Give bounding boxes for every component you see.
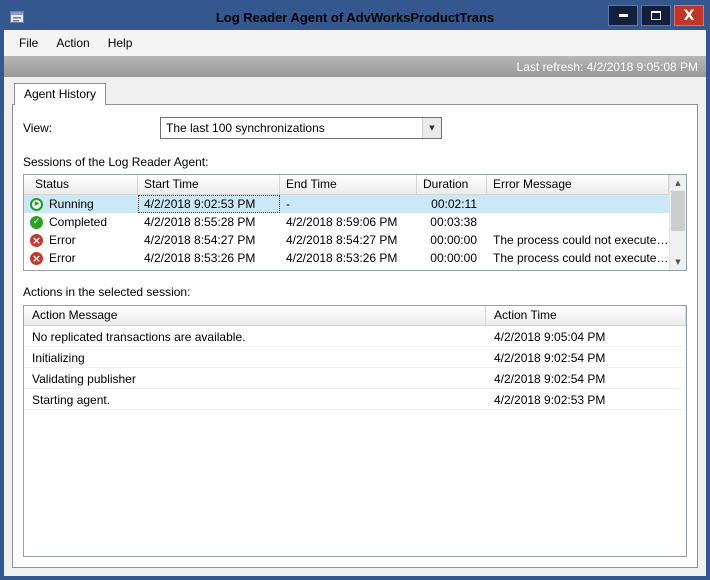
column-header-status[interactable]: Status xyxy=(24,175,138,194)
column-header-end-time[interactable]: End Time xyxy=(280,175,417,194)
actions-table: Action Message Action Time No replicated… xyxy=(23,305,687,557)
session-start-time: 4/2/2018 9:02:53 PM xyxy=(138,195,280,213)
session-end-time: 4/2/2018 8:53:26 PM xyxy=(286,251,398,265)
menu-action[interactable]: Action xyxy=(47,32,98,54)
action-time: 4/2/2018 9:02:53 PM xyxy=(494,393,606,407)
action-message: Initializing xyxy=(32,351,85,365)
action-row[interactable]: Validating publisher 4/2/2018 9:02:54 PM xyxy=(24,368,686,389)
session-status-cell: Completed xyxy=(24,213,138,231)
session-status-cell: Error xyxy=(24,231,138,249)
session-status-cell: Error xyxy=(24,249,138,267)
session-status-text: Completed xyxy=(49,215,108,229)
sessions-grid: Status Start Time End Time Duration Erro… xyxy=(24,175,669,270)
session-row[interactable]: Error 4/2/2018 8:53:26 PM 4/2/2018 8:53:… xyxy=(24,249,669,267)
session-end-time: - xyxy=(286,197,290,211)
sessions-scrollbar[interactable]: ▲ ▼ xyxy=(669,175,686,270)
error-icon xyxy=(30,233,43,247)
session-row[interactable]: Error 4/2/2018 8:54:27 PM 4/2/2018 8:54:… xyxy=(24,231,669,249)
session-duration: 00:00:00 xyxy=(430,233,477,247)
session-error-message: The process could not execute '... xyxy=(493,233,669,247)
scroll-down-icon[interactable]: ▼ xyxy=(670,254,686,270)
sessions-table: Status Start Time End Time Duration Erro… xyxy=(23,174,687,271)
session-row[interactable]: Running 4/2/2018 9:02:53 PM - 00:02:11 xyxy=(24,195,669,213)
session-duration: 00:00:00 xyxy=(430,251,477,265)
column-header-duration[interactable]: Duration xyxy=(417,175,487,194)
action-message: Validating publisher xyxy=(32,372,136,386)
menu-help[interactable]: Help xyxy=(99,32,142,54)
completed-icon xyxy=(30,215,43,229)
session-duration: 00:03:38 xyxy=(430,215,477,229)
running-icon xyxy=(30,197,43,211)
tab-agent-history[interactable]: Agent History xyxy=(14,83,107,105)
session-status-text: Error xyxy=(49,233,76,247)
close-icon: X xyxy=(683,7,695,24)
tab-strip: Agent History xyxy=(12,83,698,105)
minimize-button[interactable] xyxy=(608,5,638,26)
view-label: View: xyxy=(23,121,53,135)
action-time: 4/2/2018 9:02:54 PM xyxy=(494,351,606,365)
action-row[interactable]: Starting agent. 4/2/2018 9:02:53 PM xyxy=(24,389,686,410)
scrollbar-thumb[interactable] xyxy=(671,191,685,231)
last-refresh-text: Last refresh: 4/2/2018 9:05:08 PM xyxy=(516,59,698,74)
menu-bar: File Action Help xyxy=(4,30,706,56)
session-start-time: 4/2/2018 8:55:28 PM xyxy=(144,215,256,229)
column-header-error-message[interactable]: Error Message xyxy=(487,175,669,194)
maximize-icon xyxy=(651,11,661,20)
session-error-message xyxy=(487,195,669,213)
actions-header-row: Action Message Action Time xyxy=(24,306,686,326)
actions-caption: Actions in the selected session: xyxy=(23,285,191,299)
close-button[interactable]: X xyxy=(674,5,704,26)
sessions-caption: Sessions of the Log Reader Agent: xyxy=(23,155,209,169)
action-row[interactable]: Initializing 4/2/2018 9:02:54 PM xyxy=(24,347,686,368)
sessions-header-row: Status Start Time End Time Duration Erro… xyxy=(24,175,669,195)
session-status-text: Running xyxy=(49,197,94,211)
content-area: Agent History View: The last 100 synchro… xyxy=(4,77,706,576)
system-menu-icon[interactable] xyxy=(8,9,26,25)
column-header-action-message[interactable]: Action Message xyxy=(24,306,486,325)
view-dropdown-value: The last 100 synchronizations xyxy=(166,121,325,135)
session-start-time: 4/2/2018 8:53:26 PM xyxy=(144,251,256,265)
action-message: No replicated transactions are available… xyxy=(32,330,246,344)
session-start-time: 4/2/2018 8:54:27 PM xyxy=(144,233,256,247)
chevron-down-icon[interactable]: ▼ xyxy=(422,118,441,138)
session-end-time: 4/2/2018 8:59:06 PM xyxy=(286,215,398,229)
titlebar: Log Reader Agent of AdvWorksProductTrans… xyxy=(4,4,706,30)
view-row: View: The last 100 synchronizations ▼ xyxy=(23,117,687,139)
session-status-text: Error xyxy=(49,251,76,265)
session-status-cell: Running xyxy=(24,195,138,213)
action-time: 4/2/2018 9:05:04 PM xyxy=(494,330,606,344)
session-duration: 00:02:11 xyxy=(431,197,477,211)
window-title: Log Reader Agent of AdvWorksProductTrans xyxy=(215,9,495,25)
refresh-status-bar: Last refresh: 4/2/2018 9:05:08 PM xyxy=(4,56,706,77)
action-message: Starting agent. xyxy=(32,393,111,407)
maximize-button[interactable] xyxy=(641,5,671,26)
action-row[interactable]: No replicated transactions are available… xyxy=(24,326,686,347)
scroll-up-icon[interactable]: ▲ xyxy=(670,175,686,191)
menu-file[interactable]: File xyxy=(10,32,47,54)
column-header-action-time[interactable]: Action Time xyxy=(486,306,686,325)
caption-buttons: X xyxy=(608,5,704,26)
action-time: 4/2/2018 9:02:54 PM xyxy=(494,372,606,386)
session-row[interactable]: Completed 4/2/2018 8:55:28 PM 4/2/2018 8… xyxy=(24,213,669,231)
minimize-icon xyxy=(618,14,628,17)
error-icon xyxy=(30,251,43,265)
log-reader-agent-window: Log Reader Agent of AdvWorksProductTrans… xyxy=(0,0,710,580)
column-header-start-time[interactable]: Start Time xyxy=(138,175,280,194)
view-dropdown[interactable]: The last 100 synchronizations ▼ xyxy=(160,117,442,139)
session-error-message: The process could not execute '... xyxy=(493,251,669,265)
agent-history-panel: View: The last 100 synchronizations ▼ Se… xyxy=(12,104,698,568)
session-error-message xyxy=(487,213,669,231)
session-end-time: 4/2/2018 8:54:27 PM xyxy=(286,233,398,247)
